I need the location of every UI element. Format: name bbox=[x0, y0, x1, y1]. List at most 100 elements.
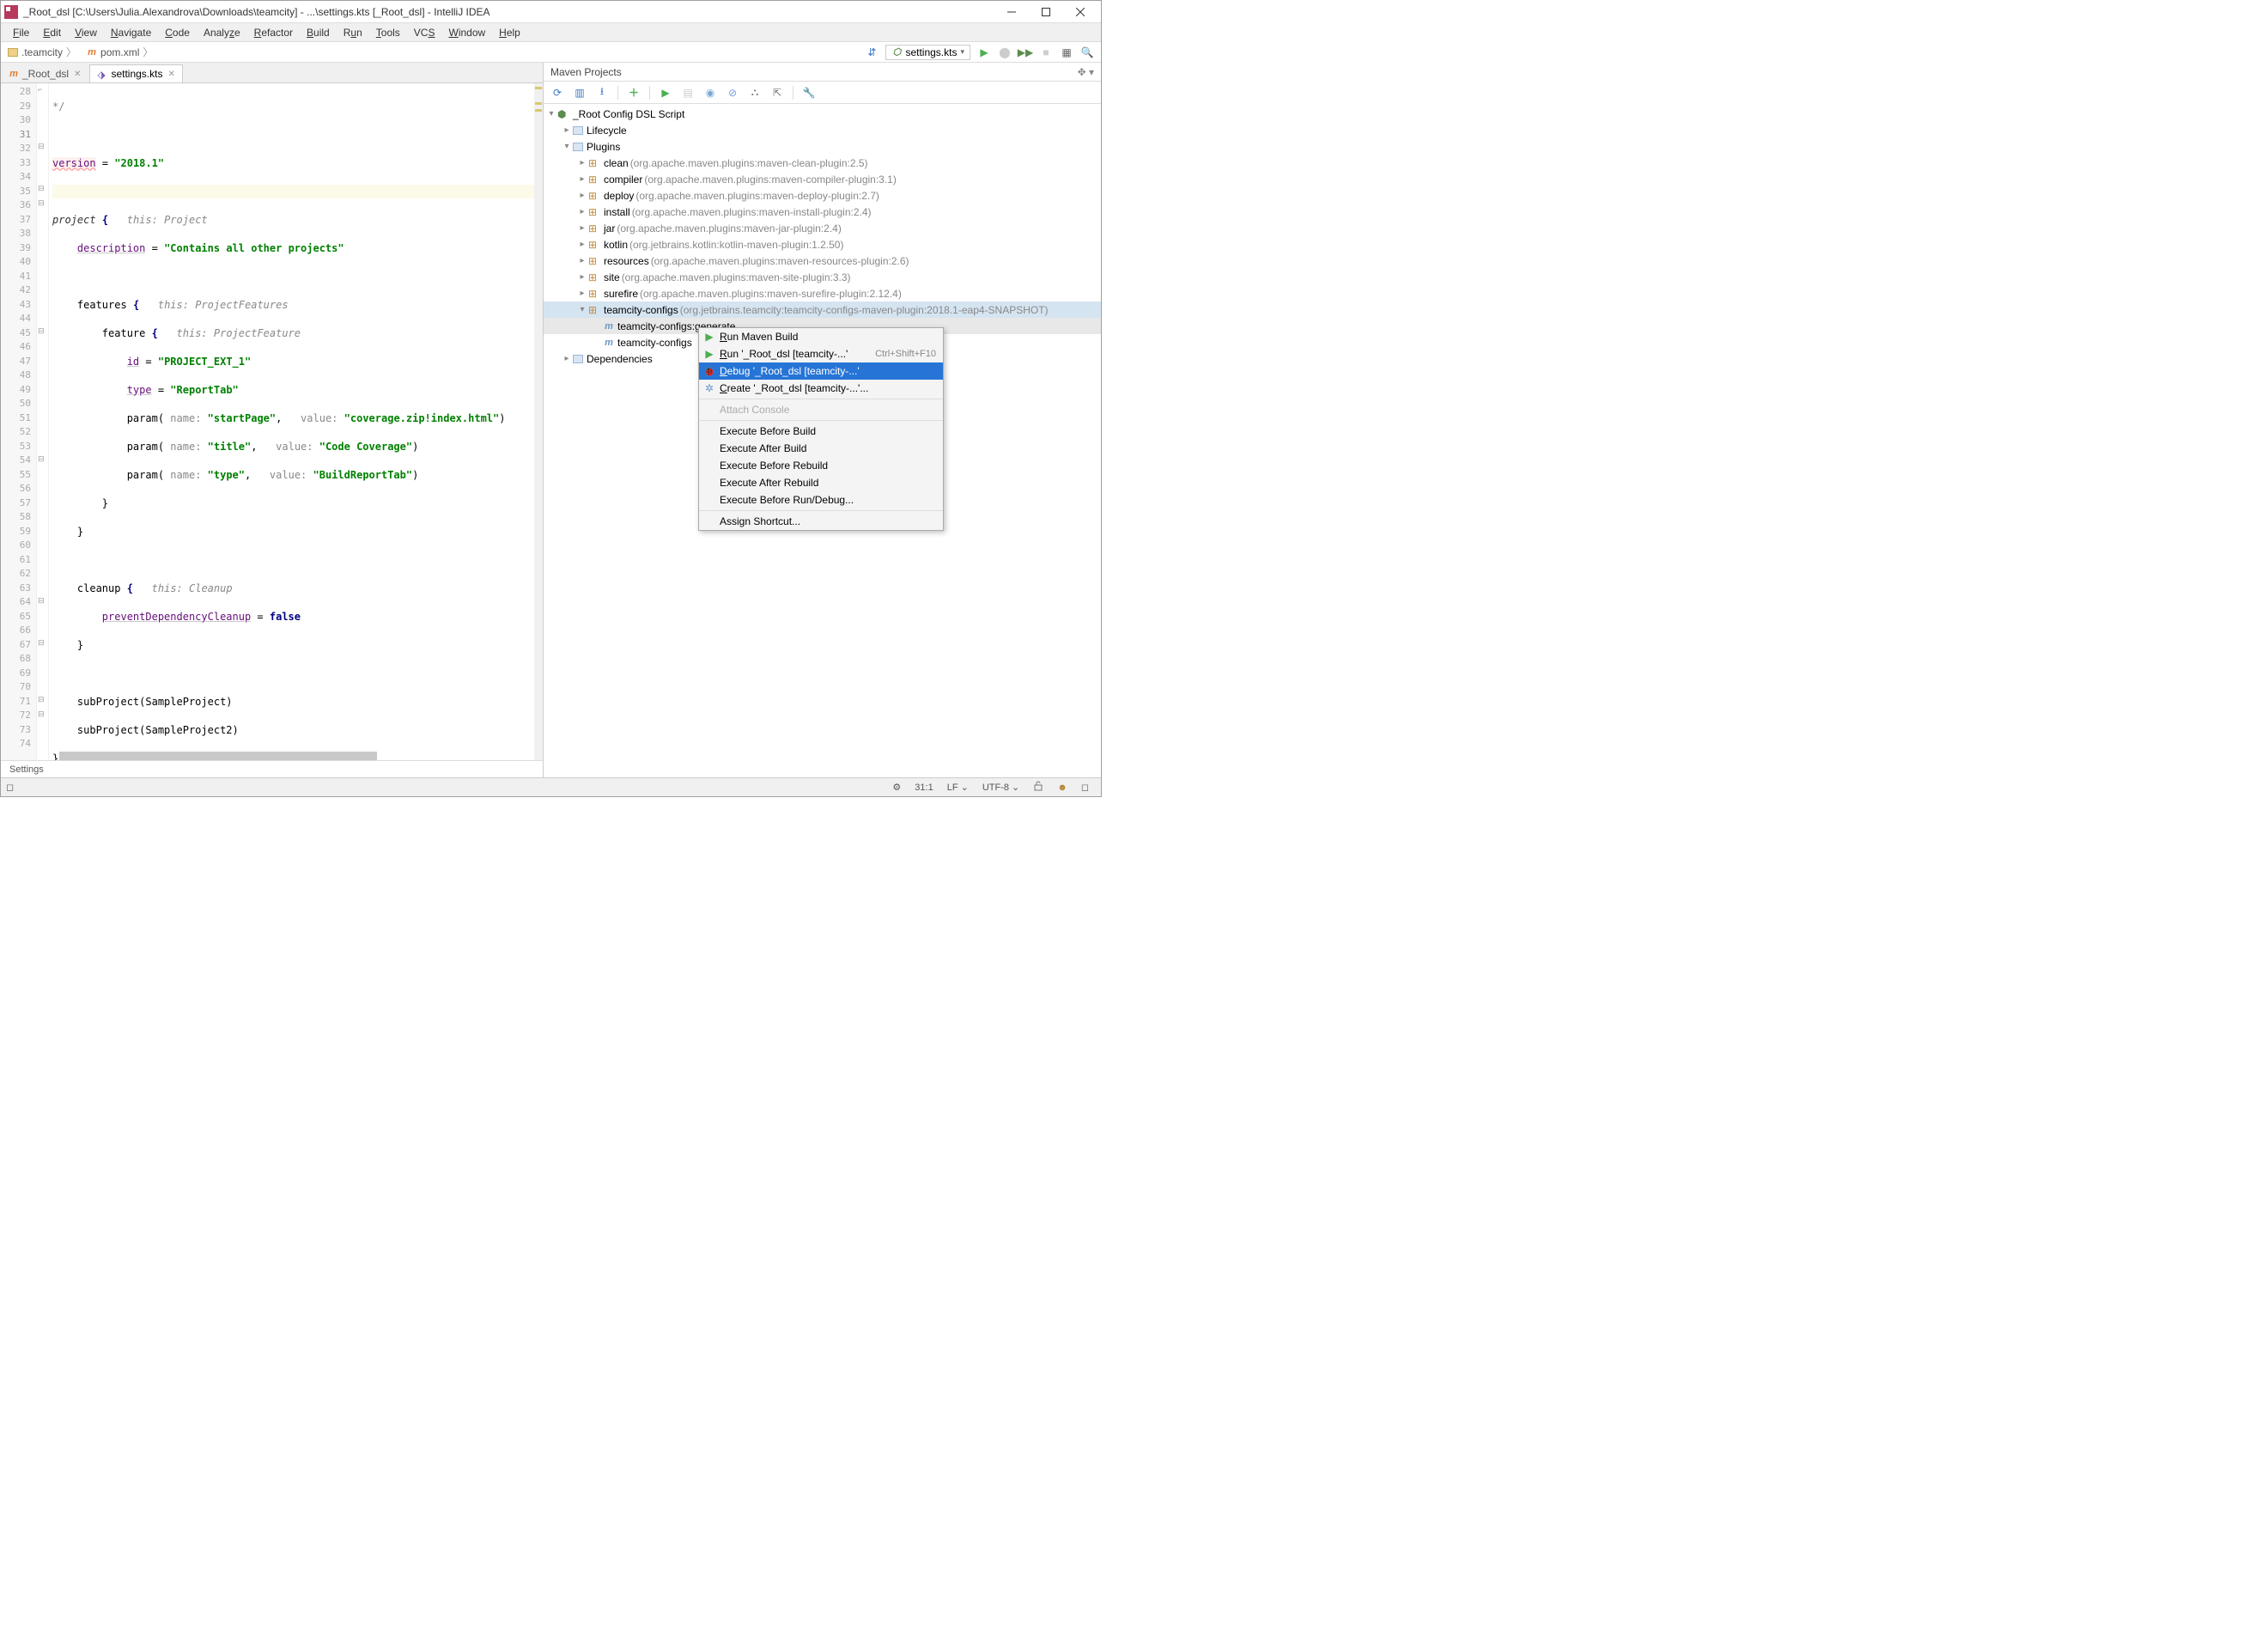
search-everywhere-button[interactable]: 🔍 bbox=[1078, 43, 1097, 62]
context-menu-item[interactable]: Assign Shortcut... bbox=[699, 513, 943, 530]
tree-row[interactable]: ▸⊞clean (org.apache.maven.plugins:maven-… bbox=[544, 155, 1101, 171]
tree-row[interactable]: ▸⊞install (org.apache.maven.plugins:mave… bbox=[544, 204, 1101, 220]
read-only-toggle[interactable] bbox=[1026, 781, 1050, 794]
twisty-icon[interactable]: ▸ bbox=[578, 174, 587, 184]
menu-tools[interactable]: Tools bbox=[369, 25, 407, 40]
menu-edit[interactable]: Edit bbox=[36, 25, 68, 40]
context-menu-item[interactable]: Execute After Rebuild bbox=[699, 474, 943, 491]
run-configuration-selector[interactable]: ⬡ settings.kts ▾ bbox=[885, 45, 970, 60]
context-menu-item[interactable]: ▶Run '_Root_dsl [teamcity-...'Ctrl+Shift… bbox=[699, 345, 943, 362]
tree-row[interactable]: ▾⬢_Root Config DSL Script bbox=[544, 106, 1101, 122]
twisty-icon[interactable]: ▸ bbox=[562, 354, 571, 363]
tree-row[interactable]: ▸⊞kotlin (org.jetbrains.kotlin:kotlin-ma… bbox=[544, 236, 1101, 253]
context-menu-item[interactable]: ✲Create '_Root_dsl [teamcity-...'... bbox=[699, 380, 943, 397]
collapse-all-button[interactable]: ⇱ bbox=[767, 83, 787, 102]
editor-breadcrumb[interactable]: Settings bbox=[1, 760, 543, 777]
close-button[interactable] bbox=[1063, 2, 1098, 22]
twisty-icon[interactable]: ▸ bbox=[578, 158, 587, 167]
editor-tab-root-dsl[interactable]: m _Root_dsl ✕ bbox=[1, 64, 88, 82]
twisty-icon[interactable]: ▾ bbox=[547, 109, 556, 119]
tree-node-info: (org.apache.maven.plugins:maven-install-… bbox=[632, 206, 872, 218]
menu-analyze[interactable]: Analyze bbox=[197, 25, 247, 40]
context-menu-item[interactable]: 🐞Debug '_Root_dsl [teamcity-...' bbox=[699, 362, 943, 380]
marker-strip[interactable] bbox=[534, 83, 543, 760]
horizontal-scrollbar[interactable] bbox=[59, 752, 354, 760]
menu-run[interactable]: Run bbox=[337, 25, 369, 40]
twisty-icon[interactable]: ▸ bbox=[578, 207, 587, 216]
inspections-icon[interactable]: ☻ bbox=[1050, 783, 1074, 793]
twisty-icon[interactable]: ▸ bbox=[578, 223, 587, 233]
add-maven-button[interactable]: ＋ bbox=[623, 83, 644, 102]
toggle-offline-button[interactable]: ◉ bbox=[700, 83, 721, 102]
menu-item-label: Execute Before Rebuild bbox=[720, 460, 936, 472]
menu-help[interactable]: Help bbox=[492, 25, 527, 40]
breadcrumb-teamcity[interactable]: .teamcity〉 bbox=[4, 45, 83, 59]
panel-settings-icon[interactable]: ✥ ▾ bbox=[1078, 66, 1094, 78]
line-separator[interactable]: LF ⌄ bbox=[940, 782, 976, 793]
twisty-icon[interactable]: ▸ bbox=[578, 272, 587, 282]
run-button[interactable]: ▶ bbox=[975, 43, 994, 62]
menu-vcs[interactable]: VCS bbox=[407, 25, 442, 40]
context-menu-item[interactable]: Execute After Build bbox=[699, 440, 943, 457]
fold-column[interactable]: ⌐ ⊟ ⊟ ⊟ ⊟ ⊟ ⊟ ⊟ ⊟ ⊟ bbox=[37, 83, 49, 760]
context-menu-item[interactable]: Execute Before Build bbox=[699, 423, 943, 440]
run-maven-button[interactable]: ▶ bbox=[655, 83, 676, 102]
tree-row[interactable]: ▾⊞teamcity-configs (org.jetbrains.teamci… bbox=[544, 301, 1101, 318]
tree-row[interactable]: ▸Lifecycle bbox=[544, 122, 1101, 138]
close-icon[interactable]: ✕ bbox=[74, 70, 81, 79]
menu-navigate[interactable]: Navigate bbox=[104, 25, 158, 40]
close-icon[interactable]: ✕ bbox=[167, 70, 174, 79]
tree-row[interactable]: ▸⊞jar (org.apache.maven.plugins:maven-ja… bbox=[544, 220, 1101, 236]
goal-icon: m bbox=[604, 338, 614, 348]
twisty-icon[interactable]: ▾ bbox=[562, 142, 571, 151]
bug-icon: 🐞 bbox=[702, 366, 716, 377]
twisty-icon[interactable]: ▸ bbox=[578, 240, 587, 249]
menu-code[interactable]: Code bbox=[158, 25, 197, 40]
update-button[interactable]: ⇵ bbox=[862, 43, 881, 62]
tree-row[interactable]: ▾Plugins bbox=[544, 138, 1101, 155]
twisty-icon[interactable]: ▸ bbox=[562, 125, 571, 135]
tree-row[interactable]: ▸⊞deploy (org.apache.maven.plugins:maven… bbox=[544, 187, 1101, 204]
maven-settings-button[interactable]: 🔧 bbox=[799, 83, 819, 102]
tree-row[interactable]: ▸⊞compiler (org.apache.maven.plugins:mav… bbox=[544, 171, 1101, 187]
memory-indicator[interactable]: ◻ bbox=[1074, 782, 1096, 793]
context-menu-item[interactable]: Execute Before Rebuild bbox=[699, 457, 943, 474]
menu-window[interactable]: Window bbox=[441, 25, 492, 40]
tree-row[interactable]: ▸⊞surefire (org.apache.maven.plugins:mav… bbox=[544, 285, 1101, 301]
menu-item-label: Assign Shortcut... bbox=[720, 515, 936, 527]
reimport-button[interactable]: ⟳ bbox=[547, 83, 568, 102]
project-structure-button[interactable]: ▦ bbox=[1057, 43, 1076, 62]
file-encoding[interactable]: UTF-8 ⌄ bbox=[976, 782, 1026, 793]
twisty-icon[interactable]: ▾ bbox=[578, 305, 587, 314]
twisty-icon[interactable]: ▸ bbox=[578, 191, 587, 200]
stop-button[interactable]: ■ bbox=[1037, 43, 1055, 62]
execute-goal-button[interactable]: ▤ bbox=[678, 83, 698, 102]
show-dependencies-button[interactable]: ⛬ bbox=[745, 83, 765, 102]
breadcrumb-pom[interactable]: mpom.xml〉 bbox=[83, 45, 160, 59]
tree-row[interactable]: ▸⊞site (org.apache.maven.plugins:maven-s… bbox=[544, 269, 1101, 285]
skip-tests-button[interactable]: ⊘ bbox=[722, 83, 743, 102]
run-coverage-button[interactable]: ▶▶ bbox=[1016, 43, 1035, 62]
context-menu-item[interactable]: Execute Before Run/Debug... bbox=[699, 491, 943, 508]
twisty-icon[interactable]: ▸ bbox=[578, 256, 587, 265]
maximize-button[interactable] bbox=[1029, 2, 1063, 22]
menu-view[interactable]: View bbox=[68, 25, 104, 40]
download-sources-button[interactable]: ⭳ bbox=[592, 83, 612, 102]
twisty-icon[interactable]: ▸ bbox=[578, 289, 587, 298]
editor-tab-settings[interactable]: ⬗ settings.kts ✕ bbox=[89, 64, 182, 82]
tool-window-button[interactable]: ◻ bbox=[6, 782, 14, 793]
minimize-button[interactable] bbox=[994, 2, 1029, 22]
context-menu-item[interactable]: ▶Run Maven Build bbox=[699, 328, 943, 345]
menu-file[interactable]: File bbox=[6, 25, 36, 40]
gutter[interactable]: 2829303132333435363738394041424344454647… bbox=[1, 83, 37, 760]
generate-sources-button[interactable]: ▥ bbox=[569, 83, 590, 102]
maven-tree[interactable]: ▾⬢_Root Config DSL Script▸Lifecycle▾Plug… bbox=[544, 104, 1101, 777]
tree-row[interactable]: ▸⊞resources (org.apache.maven.plugins:ma… bbox=[544, 253, 1101, 269]
event-log-icon[interactable]: ⚙ bbox=[885, 782, 908, 793]
menu-refactor[interactable]: Refactor bbox=[247, 25, 300, 40]
tree-node-label: install bbox=[604, 206, 630, 218]
code-editor[interactable]: */ version = "2018.1" project { this: Pr… bbox=[49, 83, 534, 760]
menu-build[interactable]: Build bbox=[300, 25, 337, 40]
debug-button[interactable]: ⬤ bbox=[995, 43, 1014, 62]
caret-position[interactable]: 31:1 bbox=[908, 783, 939, 793]
